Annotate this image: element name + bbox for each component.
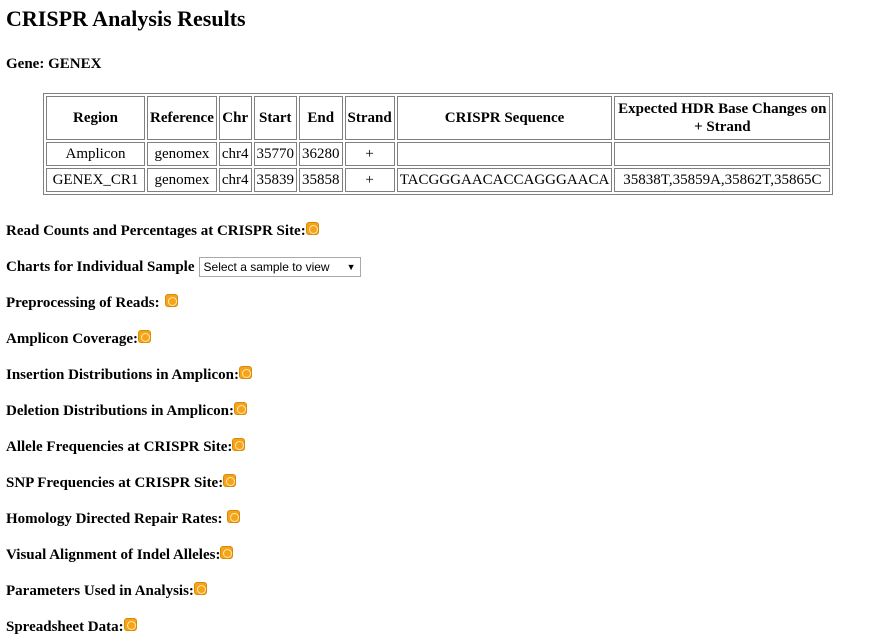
page-title: CRISPR Analysis Results	[6, 6, 246, 31]
section-label: Homology Directed Repair Rates:	[6, 510, 223, 527]
expand-icon[interactable]	[227, 509, 241, 523]
section-label: Charts for Individual Sample	[6, 258, 195, 275]
section-label: Spreadsheet Data:	[6, 618, 124, 635]
cell-reference: genomex	[147, 168, 217, 192]
section-label: Deletion Distributions in Amplicon:	[6, 402, 234, 419]
section-label: Allele Frequencies at CRISPR Site:	[6, 438, 233, 455]
cell-reference: genomex	[147, 142, 217, 166]
section-label: Parameters Used in Analysis:	[6, 582, 194, 599]
cell-expected-hdr	[614, 142, 831, 166]
expand-icon[interactable]	[138, 329, 152, 343]
section-spreadsheet: Spreadsheet Data:	[6, 609, 361, 644]
header-crispr-sequence: CRISPR Sequence	[396, 96, 613, 140]
header-start: Start	[253, 96, 298, 140]
section-snp-frequencies: SNP Frequencies at CRISPR Site:	[6, 465, 361, 501]
expand-icon[interactable]	[238, 365, 252, 379]
header-chr: Chr	[218, 96, 252, 140]
cell-crispr-sequence	[396, 142, 613, 166]
cell-chr: chr4	[218, 168, 252, 192]
expand-icon[interactable]	[305, 221, 319, 235]
header-end: End	[299, 96, 343, 140]
sample-select-value: Select a sample to view	[203, 260, 330, 274]
section-allele-frequencies: Allele Frequencies at CRISPR Site:	[6, 429, 361, 465]
section-label: SNP Frequencies at CRISPR Site:	[6, 474, 224, 491]
section-visual-alignment: Visual Alignment of Indel Alleles:	[6, 537, 361, 573]
section-parameters: Parameters Used in Analysis:	[6, 573, 361, 609]
section-hdr-rates: Homology Directed Repair Rates:	[6, 501, 361, 537]
section-insertion-distributions: Insertion Distributions in Amplicon:	[6, 357, 361, 393]
cell-crispr-sequence: TACGGGAACACCAGGGAACA	[396, 168, 613, 192]
section-charts-individual: Charts for Individual Sample Select a sa…	[6, 249, 361, 285]
section-label: Amplicon Coverage:	[6, 330, 139, 347]
table-row: GENEX_CR1 genomex chr4 35839 35858 + TAC…	[46, 168, 831, 192]
section-label: Preprocessing of Reads:	[6, 294, 160, 311]
header-reference: Reference	[147, 96, 217, 140]
gene-label: Gene: GENEX	[6, 56, 102, 72]
cell-strand: +	[344, 142, 395, 166]
expand-icon[interactable]	[193, 581, 207, 595]
header-region: Region	[46, 96, 145, 140]
results-sections: Read Counts and Percentages at CRISPR Si…	[6, 213, 361, 644]
cell-strand: +	[344, 168, 395, 192]
cell-chr: chr4	[218, 142, 252, 166]
expand-icon[interactable]	[223, 473, 237, 487]
expand-icon[interactable]	[220, 545, 234, 559]
cell-start: 35770	[253, 142, 298, 166]
cell-end: 35858	[299, 168, 343, 192]
section-deletion-distributions: Deletion Distributions in Amplicon:	[6, 393, 361, 429]
cell-end: 36280	[299, 142, 343, 166]
expand-icon[interactable]	[164, 293, 178, 307]
header-expected-hdr: Expected HDR Base Changes on + Strand	[614, 96, 831, 140]
section-label: Insertion Distributions in Amplicon:	[6, 366, 239, 383]
chevron-down-icon: ▼	[346, 262, 356, 272]
cell-region: GENEX_CR1	[46, 168, 145, 192]
cell-region: Amplicon	[46, 142, 145, 166]
section-amplicon-coverage: Amplicon Coverage:	[6, 321, 361, 357]
header-strand: Strand	[344, 96, 395, 140]
expand-icon[interactable]	[123, 617, 137, 631]
sample-select-dropdown[interactable]: Select a sample to view ▼	[198, 257, 361, 277]
section-label: Visual Alignment of Indel Alleles:	[6, 546, 221, 563]
section-preprocessing: Preprocessing of Reads:	[6, 285, 361, 321]
section-label: Read Counts and Percentages at CRISPR Si…	[6, 222, 306, 239]
section-read-counts: Read Counts and Percentages at CRISPR Si…	[6, 213, 361, 249]
table-header-row: Region Reference Chr Start End Strand CR…	[46, 96, 831, 140]
expand-icon[interactable]	[233, 401, 247, 415]
cell-expected-hdr: 35838T,35859A,35862T,35865C	[614, 168, 831, 192]
expand-icon[interactable]	[232, 437, 246, 451]
cell-start: 35839	[253, 168, 298, 192]
table-row: Amplicon genomex chr4 35770 36280 +	[46, 142, 831, 166]
summary-table: Region Reference Chr Start End Strand CR…	[43, 93, 834, 195]
